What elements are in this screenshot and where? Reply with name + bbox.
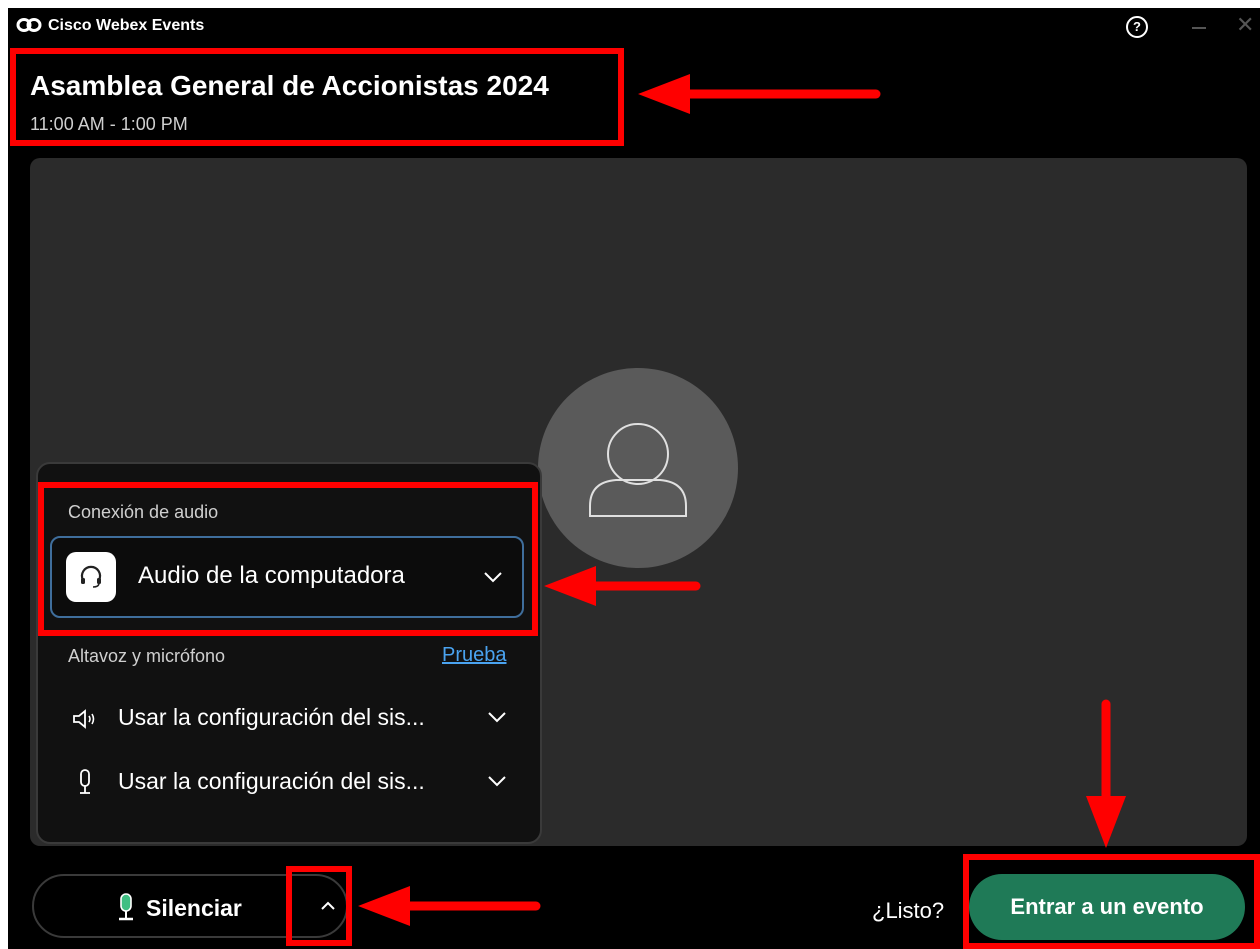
speaker-dropdown[interactable]: Usar la configuración del sis...	[68, 698, 518, 738]
help-icon[interactable]: ?	[1126, 16, 1148, 38]
event-title: Asamblea General de Accionistas 2024	[30, 70, 549, 101]
ready-prompt: ¿Listo?	[872, 898, 945, 923]
speaker-icon	[73, 709, 95, 729]
audio-settings-panel: Conexión de audio Audio de la computador…	[36, 462, 542, 844]
mute-button[interactable]: Silenciar	[32, 874, 348, 938]
mute-label: Silenciar	[146, 895, 242, 921]
audio-connection-value: Audio de la computadora	[138, 562, 405, 589]
test-audio-link[interactable]: Prueba	[442, 644, 507, 667]
minimize-icon[interactable]	[1192, 27, 1206, 29]
chevron-up-icon	[321, 901, 335, 910]
app-name: Cisco Webex Events	[48, 17, 205, 34]
event-time: 11:00 AM - 1:00 PM	[30, 114, 188, 134]
chevron-down-icon	[484, 572, 502, 583]
microphone-icon	[80, 769, 90, 794]
chevron-down-icon	[488, 776, 506, 787]
chevron-down-icon	[488, 712, 506, 723]
title-bar: Cisco Webex Events ? ✕	[8, 8, 1260, 44]
microphone-dropdown[interactable]: Usar la configuración del sis...	[68, 762, 518, 802]
webex-logo-icon	[16, 18, 42, 32]
close-icon[interactable]: ✕	[1236, 14, 1254, 36]
audio-connection-dropdown[interactable]: Audio de la computadora	[50, 536, 524, 618]
microphone-icon	[119, 893, 133, 921]
join-event-button[interactable]: Entrar a un evento	[969, 874, 1245, 940]
speaker-value: Usar la configuración del sis...	[118, 704, 425, 730]
user-icon	[589, 423, 687, 517]
audio-connection-label: Conexión de audio	[68, 502, 219, 522]
headset-icon	[66, 552, 116, 602]
webex-window: Cisco Webex Events ? ✕ Asamblea General …	[8, 8, 1260, 949]
microphone-value: Usar la configuración del sis...	[118, 768, 425, 794]
avatar	[538, 368, 738, 568]
audio-options-button[interactable]	[310, 878, 346, 936]
speaker-mic-label: Altavoz y micrófono	[68, 646, 226, 666]
